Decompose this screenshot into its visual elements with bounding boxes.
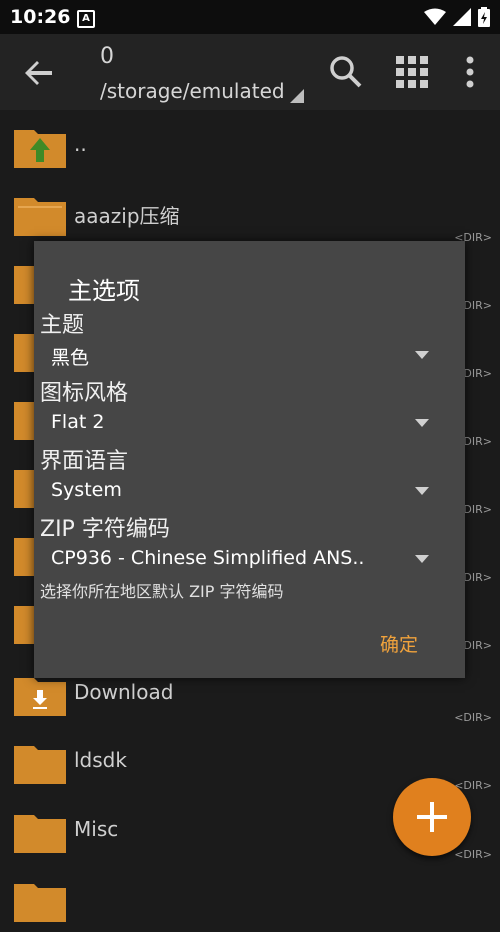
dialog-title: 主选项 bbox=[68, 277, 140, 305]
back-arrow-icon[interactable] bbox=[22, 56, 56, 90]
more-vert-icon[interactable] bbox=[450, 52, 490, 92]
status-time: 10:26 bbox=[10, 6, 71, 28]
file-name: ldsdk bbox=[74, 748, 127, 772]
parent-folder-icon bbox=[14, 130, 66, 168]
theme-label: 主题 bbox=[40, 313, 85, 338]
plus-icon bbox=[417, 802, 447, 832]
list-item[interactable] bbox=[0, 864, 500, 932]
language-select[interactable]: System bbox=[40, 475, 440, 509]
status-bar: 10:26 A bbox=[0, 0, 500, 34]
dropdown-arrow-icon bbox=[415, 419, 429, 427]
list-item[interactable]: aaazip压缩 <DIR> bbox=[0, 178, 500, 246]
signal-icon bbox=[453, 8, 471, 26]
ok-button[interactable]: 确定 bbox=[374, 626, 424, 661]
dir-tag: <DIR> bbox=[454, 711, 492, 724]
language-value: System bbox=[51, 479, 122, 501]
theme-value: 黑色 bbox=[51, 347, 90, 369]
wifi-icon bbox=[424, 8, 446, 25]
grid-view-icon[interactable] bbox=[392, 52, 432, 92]
icon-style-label: 图标风格 bbox=[40, 381, 129, 406]
dropdown-arrow-icon bbox=[415, 487, 429, 495]
theme-select[interactable]: 黑色 bbox=[40, 339, 440, 373]
battery-icon bbox=[478, 7, 490, 27]
language-label: 界面语言 bbox=[40, 449, 129, 474]
folder-icon bbox=[14, 746, 66, 784]
zip-charset-value: CP936 - Chinese Simplified ANS.. bbox=[51, 547, 365, 569]
list-item[interactable]: .. bbox=[0, 110, 500, 178]
dropdown-arrow-icon bbox=[415, 555, 429, 563]
zip-charset-hint: 选择你所在地区默认 ZIP 字符编码 bbox=[40, 582, 284, 601]
zip-charset-label: ZIP 字符编码 bbox=[40, 517, 170, 542]
toolbar: 0 /storage/emulated bbox=[0, 34, 500, 110]
notification-icon: A bbox=[77, 10, 95, 28]
folder-icon bbox=[14, 198, 66, 236]
folder-icon bbox=[14, 884, 66, 922]
folder-icon bbox=[14, 815, 66, 853]
dropdown-arrow-icon bbox=[415, 351, 429, 359]
add-fab-button[interactable] bbox=[393, 778, 471, 856]
zip-charset-select[interactable]: CP936 - Chinese Simplified ANS.. bbox=[40, 543, 440, 577]
item-count: 0 bbox=[100, 44, 114, 69]
options-dialog: 主选项 主题 黑色 图标风格 Flat 2 界面语言 System ZIP 字符… bbox=[34, 241, 465, 678]
file-name: Misc bbox=[74, 817, 119, 841]
file-name: aaazip压缩 bbox=[74, 204, 180, 228]
path-dropdown-icon[interactable] bbox=[290, 89, 304, 103]
file-name: .. bbox=[74, 132, 87, 156]
icon-style-value: Flat 2 bbox=[51, 411, 105, 433]
download-folder-icon bbox=[14, 678, 66, 716]
icon-style-select[interactable]: Flat 2 bbox=[40, 407, 440, 441]
current-path[interactable]: /storage/emulated bbox=[100, 79, 285, 103]
file-name: Download bbox=[74, 680, 174, 704]
search-icon[interactable] bbox=[326, 52, 366, 92]
